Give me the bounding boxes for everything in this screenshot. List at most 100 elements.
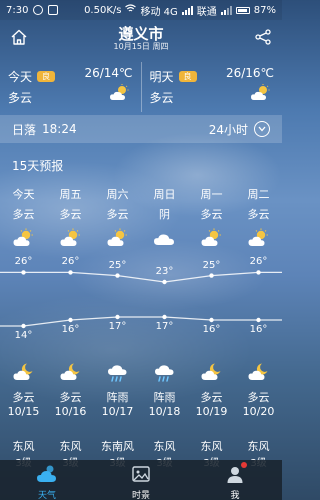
overcast-icon [141,228,188,248]
forecast-day-label: 周二 [247,188,270,201]
forecast-wind: 东风 [153,440,176,453]
profile-tab-icon [225,462,247,487]
weather-tab-icon [36,464,58,487]
sunset-bar: 日落 18:24 24小时 [0,115,282,143]
today-tomorrow-panel: 今天良 26/14℃ 多云 明天良 26/16℃ 多云 [0,62,282,112]
aqi-badge: 良 [37,71,56,82]
tomorrow-condition: 多云 [149,91,174,105]
forecast-night-condition: 多云 [59,391,82,404]
tab-weather-label: 天气 [37,491,56,500]
carrier-label: 联通 [196,6,217,18]
forecast-night-condition: 多云 [247,391,270,404]
tomorrow-card[interactable]: 明天良 26/16℃ 多云 [140,62,283,112]
partly-cloudy-icon [250,84,272,106]
signal-icon-2 [220,5,232,15]
photo-tab-icon [131,464,151,487]
forecast-low-temp: 17° [108,321,127,332]
forecast-wind: 东风 [12,440,35,453]
today-condition: 多云 [8,91,33,105]
forecast-day-condition: 多云 [106,208,129,221]
today-label: 今天 [8,70,33,84]
date-label: 10月15日 周四 [113,42,169,51]
forecast-day-condition: 阴 [159,208,170,221]
partly-cloudy-icon [0,228,47,248]
tab-photos[interactable]: 时景 [94,460,188,500]
low-temp-point [68,317,73,323]
forecast-wind: 东风 [247,440,270,453]
high-temp-point [68,270,73,275]
forecast-high-temp: 23° [155,266,174,277]
high-temp-point [256,270,261,275]
network-speed: 0.50K/s [84,4,122,16]
forecast-date: 10/20 [242,405,275,418]
partly-cloudy-icon [109,84,131,106]
forecast-day-condition: 多云 [247,208,270,221]
status-time: 7:30 [6,4,29,16]
forecast-high-temp: 26° [249,256,268,268]
forecast-day-label: 周日 [153,188,176,201]
high-temp-point [115,273,120,278]
signal-icon [181,5,193,15]
partly-cloudy-icon [94,228,141,248]
forecast-night-condition: 阵雨 [106,391,129,404]
partly-cloudy-icon [188,228,235,248]
low-temp-point [21,323,26,329]
notification-icon [33,5,44,15]
forecast-night-condition: 阵雨 [153,391,176,404]
chevron-down-icon [254,121,270,137]
sunset-label: 日落 [12,122,37,137]
shower-icon [141,362,188,384]
tab-bar: 天气 时景 我 [0,460,282,500]
forecast-date: 10/17 [101,405,134,418]
low-temp-point [115,314,120,320]
forecast-night-condition: 多云 [200,391,223,404]
cloudy-moon-icon [235,362,282,382]
cloudy-moon-icon [47,362,94,382]
forecast-day-label: 周六 [106,188,129,201]
aqi-badge: 良 [178,71,197,82]
tab-photos-label: 时景 [131,491,150,500]
status-bar: 7:30 0.50K/s 移动 4G 联通 87% [0,0,282,20]
forecast-high-temp: 25° [202,259,221,271]
hourly-toggle-label: 24小时 [208,122,248,137]
forecast-high-temp: 25° [108,259,127,271]
app-header: 遵义市 10月15日 周四 [0,20,282,56]
high-temp-point [21,270,26,275]
forecast-low-temp: 16° [249,324,268,335]
cloudy-moon-icon [0,362,47,382]
today-temp: 26/14℃ [84,66,133,80]
forecast-day-label: 周五 [59,188,82,201]
forecast-low-temp: 16° [61,324,80,335]
network-label: 移动 4G [140,6,178,18]
forecast-day-condition: 多云 [200,208,223,221]
forecast-night-condition: 多云 [12,391,35,404]
forecast-wind: 东南风 [101,440,134,453]
forecast-day-label: 今天 [12,188,35,201]
forecast-date: 10/18 [148,405,181,418]
forecast-day-condition: 多云 [59,208,82,221]
tomorrow-temp: 26/16℃ [225,66,274,80]
forecast-date: 10/16 [54,405,87,418]
low-temp-point [162,314,167,320]
forecast-high-temp: 26° [14,256,33,268]
shower-icon [94,362,141,384]
forecast-title: 15天预报 [12,159,64,173]
sunset-time: 18:24 [42,122,77,136]
forecast-low-temp: 17° [155,321,174,332]
high-temp-point [162,279,167,285]
forecast-date: 10/15 [7,405,40,418]
forecast-low-temp: 16° [202,324,221,335]
battery-level: 87% [253,4,276,16]
tab-me[interactable]: 我 [188,460,282,500]
forecast-date: 10/19 [195,405,228,418]
partly-cloudy-icon [47,228,94,248]
notification-dot [241,462,247,468]
wifi-icon [125,4,137,16]
share-icon[interactable] [254,28,272,46]
forecast-high-temp: 26° [61,256,80,268]
today-card[interactable]: 今天良 26/14℃ 多云 [0,62,141,112]
forecast-low-temp: 14° [14,330,33,341]
hourly-toggle[interactable]: 24小时 [209,121,270,138]
cloudy-moon-icon [188,362,235,382]
tab-weather[interactable]: 天气 [0,460,94,500]
